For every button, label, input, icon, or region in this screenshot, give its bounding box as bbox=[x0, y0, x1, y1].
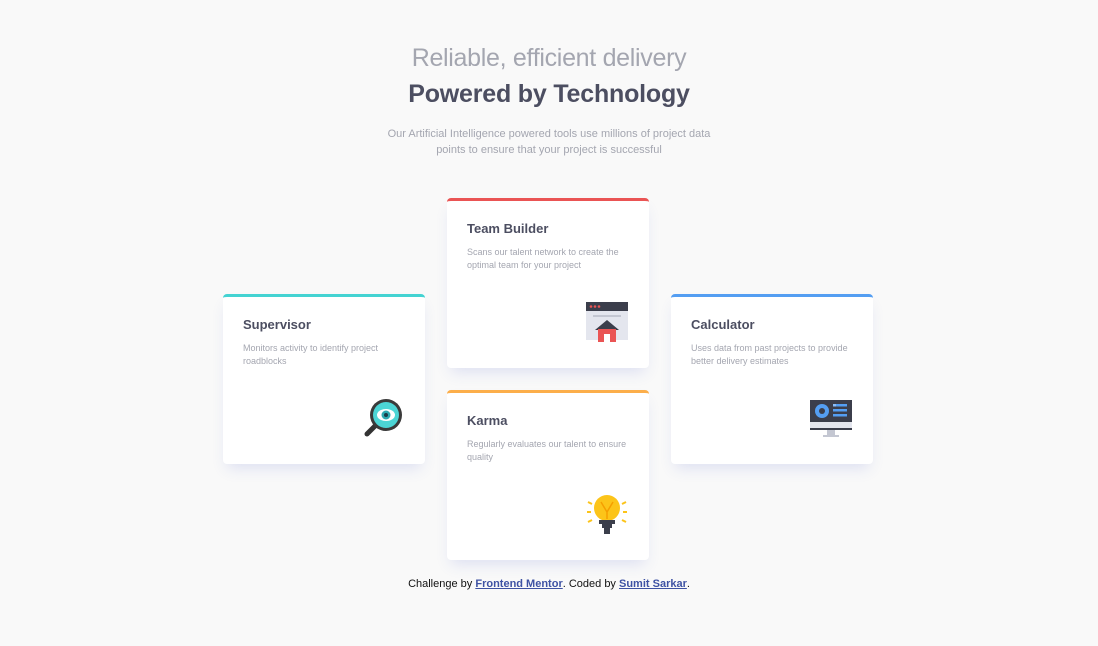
card-description: Regularly evaluates our talent to ensure… bbox=[467, 439, 627, 462]
intro-text: Our Artificial Intelligence powered tool… bbox=[387, 128, 711, 156]
card-team-builder: Team Builder Scans our talent network to… bbox=[447, 198, 649, 368]
magnifier-icon bbox=[361, 396, 405, 440]
page-subtitle: Reliable, efficient delivery bbox=[411, 44, 687, 72]
footer-prefix: Challenge by bbox=[408, 578, 473, 590]
card-description: Monitors activity to identify project ro… bbox=[243, 343, 379, 366]
card-description: Uses data from past projects to provide … bbox=[691, 343, 848, 366]
card-calculator: Calculator Uses data from past projects … bbox=[671, 294, 873, 464]
card-title: Team Builder bbox=[467, 221, 549, 236]
card-karma: Karma Regularly evaluates our talent to … bbox=[447, 390, 649, 560]
card-title: Karma bbox=[467, 413, 508, 428]
page-header: Reliable, efficient delivery Powered by … bbox=[0, 40, 1098, 158]
card-title: Calculator bbox=[691, 317, 755, 332]
card-title: Supervisor bbox=[243, 317, 311, 332]
card-supervisor: Supervisor Monitors activity to identify… bbox=[223, 294, 425, 464]
team-builder-icon bbox=[585, 300, 629, 344]
card-description: Scans our talent network to create the o… bbox=[467, 247, 619, 270]
calculator-monitor-icon bbox=[809, 396, 853, 440]
page-title: Powered by Technology bbox=[408, 80, 690, 108]
author-link[interactable]: Sumit Sarkar bbox=[619, 578, 687, 590]
frontend-mentor-link[interactable]: Frontend Mentor bbox=[475, 578, 562, 590]
footer-middle: . Coded by bbox=[562, 578, 616, 590]
footer-suffix: . bbox=[686, 578, 690, 590]
lightbulb-icon bbox=[585, 492, 629, 536]
attribution-footer: Challenge by Frontend Mentor. Coded by S… bbox=[0, 578, 1098, 590]
